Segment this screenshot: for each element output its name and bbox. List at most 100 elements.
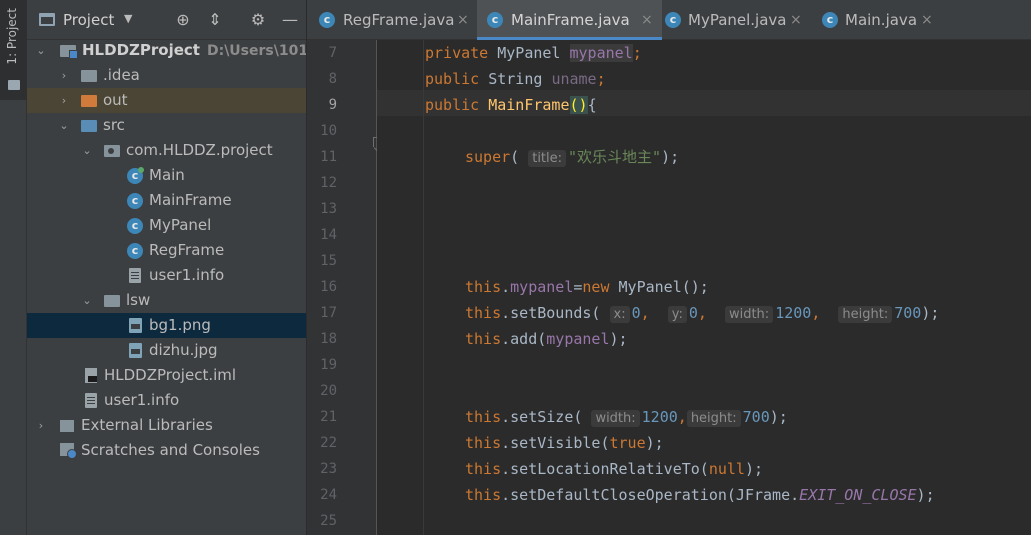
tree-item-src[interactable]: ⌄ src: [27, 113, 306, 138]
tree-item-label: user1.info: [104, 391, 180, 409]
scratches-icon: [60, 443, 77, 459]
tree-item-iml[interactable]: HLDDZProject.iml: [27, 363, 306, 388]
close-icon[interactable]: ×: [457, 0, 469, 40]
line-number: 10: [320, 123, 337, 139]
tab-label: MyPanel.java: [688, 11, 787, 29]
tree-item-label: .idea: [103, 66, 140, 84]
code-line-23: this.setLocationRelativeTo(null);: [465, 460, 764, 478]
tab-label: RegFrame.java: [343, 11, 455, 29]
tree-item-idea[interactable]: › .idea: [27, 63, 306, 88]
chevron-down-icon[interactable]: ⌄: [58, 113, 70, 138]
tree-item-dizhu[interactable]: dizhu.jpg: [27, 338, 306, 363]
image-file-icon: [129, 318, 142, 333]
line-number: 13: [320, 201, 337, 217]
code-line-17: this.setBounds( x: 0, y: 0, width: 1200, he…: [465, 304, 940, 323]
chevron-right-icon[interactable]: ›: [58, 88, 70, 113]
tree-item-package[interactable]: ⌄ com.HLDDZ.project: [27, 138, 306, 163]
tab-mypanel[interactable]: c MyPanel.java ×: [662, 0, 817, 40]
editor-gutter[interactable]: 7 8 9 10 11 12 13 14 15 16 17 18 19 20 2…: [307, 40, 382, 535]
folder-icon: [8, 80, 20, 90]
class-icon: c: [487, 12, 503, 28]
class-icon: c: [127, 193, 143, 209]
code-line-16: this.mypanel=new MyPanel();: [465, 278, 709, 296]
project-panel: Project ▼ ⊕ ⇕ ⚙ — ⌄ HLDDZProject D:\Users…: [27, 0, 307, 535]
code-line-21: this.setSize( width: 1200, height: 700);: [465, 408, 788, 427]
class-icon: c: [665, 12, 681, 28]
chevron-down-icon[interactable]: ⌄: [81, 288, 93, 313]
tree-item-label: src: [103, 116, 125, 134]
tree-item-label: dizhu.jpg: [149, 341, 218, 359]
code-editor[interactable]: private MyPanel mypanel; public String u…: [377, 40, 1031, 535]
tool-window-strip: 1: Project: [0, 0, 27, 535]
line-number: 15: [320, 253, 337, 269]
line-number: 17: [320, 305, 337, 321]
tree-item-out[interactable]: › out: [27, 88, 306, 113]
tree-item-label: HLDDZProject.iml: [104, 366, 237, 384]
chevron-down-icon[interactable]: ⌄: [35, 38, 47, 63]
close-icon[interactable]: ×: [921, 0, 933, 40]
project-path: D:\Users\10196: [206, 43, 307, 59]
tree-item-scratches[interactable]: Scratches and Consoles: [27, 438, 306, 463]
line-number: 25: [320, 513, 337, 529]
locate-icon[interactable]: ⊕: [172, 9, 194, 31]
tree-item-mypanel[interactable]: c MyPanel: [27, 213, 306, 238]
tree-item-external-libraries[interactable]: › External Libraries: [27, 413, 306, 438]
tree-item-label: MainFrame: [149, 191, 232, 209]
close-icon[interactable]: ×: [641, 0, 653, 40]
tree-item-bg1[interactable]: bg1.png: [27, 313, 306, 338]
class-icon: c: [822, 12, 838, 28]
tree-item-user-info[interactable]: user1.info: [27, 263, 306, 288]
tree-item-label: com.HLDDZ.project: [126, 141, 273, 159]
code-line-18: this.add(mypanel);: [465, 330, 628, 348]
text-file-icon: [129, 268, 141, 283]
tab-main[interactable]: c Main.java ×: [817, 0, 942, 40]
tree-item-label: HLDDZProject: [82, 41, 200, 59]
line-number: 21: [320, 409, 337, 425]
chevron-down-icon[interactable]: ⌄: [81, 138, 93, 163]
gear-icon[interactable]: ⚙: [247, 9, 269, 31]
tree-item-root-user-info[interactable]: user1.info: [27, 388, 306, 413]
tree-item-label: user1.info: [149, 266, 225, 284]
collapse-all-icon[interactable]: ⇕: [204, 9, 226, 31]
line-number: 16: [320, 279, 337, 295]
chevron-down-icon[interactable]: ▼: [124, 12, 132, 25]
class-icon: c: [127, 218, 143, 234]
code-line-9: public MainFrame(){: [425, 96, 597, 114]
tree-item-regframe[interactable]: c RegFrame: [27, 238, 306, 263]
tree-item-label: MyPanel: [149, 216, 212, 234]
line-number: 12: [320, 175, 337, 191]
folder-icon: [81, 70, 97, 82]
code-line-11: super( title: "欢乐斗地主");: [465, 148, 680, 167]
class-icon: c: [319, 12, 335, 28]
line-number: 23: [320, 461, 337, 477]
parameter-hint: x:: [609, 306, 630, 323]
tree-item-lsw[interactable]: ⌄ lsw: [27, 288, 306, 313]
line-number: 19: [320, 357, 337, 373]
tree-item-label: RegFrame: [149, 241, 225, 259]
source-folder-icon: [81, 120, 97, 132]
close-icon[interactable]: ×: [790, 0, 802, 40]
parameter-hint: width:: [591, 410, 640, 427]
code-line-24: this.setDefaultCloseOperation(JFrame.EXI…: [465, 486, 935, 504]
project-panel-title[interactable]: Project: [63, 11, 114, 29]
tree-item-main[interactable]: c Main: [27, 163, 306, 188]
project-view-icon: [39, 13, 55, 26]
chevron-right-icon[interactable]: ›: [35, 413, 47, 438]
tab-mainframe[interactable]: c MainFrame.java ×: [477, 0, 662, 40]
package-icon: [104, 145, 120, 157]
line-number: 11: [320, 149, 337, 165]
project-tool-tab[interactable]: 1: Project: [0, 0, 27, 100]
code-line-22: this.setVisible(true);: [465, 434, 664, 452]
tree-item-mainframe[interactable]: c MainFrame: [27, 188, 306, 213]
minimize-icon[interactable]: —: [279, 9, 301, 31]
parameter-hint: width:: [724, 306, 774, 323]
line-number: 24: [320, 487, 337, 503]
tree-item-project-root[interactable]: ⌄ HLDDZProject D:\Users\10196: [27, 38, 307, 63]
tree-item-label: lsw: [126, 291, 151, 309]
line-number: 8: [328, 71, 337, 87]
code-line-7: private MyPanel mypanel;: [425, 44, 642, 62]
code-line-8: public String uname;: [425, 70, 606, 88]
chevron-right-icon[interactable]: ›: [58, 63, 70, 88]
tab-regframe[interactable]: c RegFrame.java ×: [307, 0, 477, 40]
line-number: 7: [328, 45, 337, 61]
